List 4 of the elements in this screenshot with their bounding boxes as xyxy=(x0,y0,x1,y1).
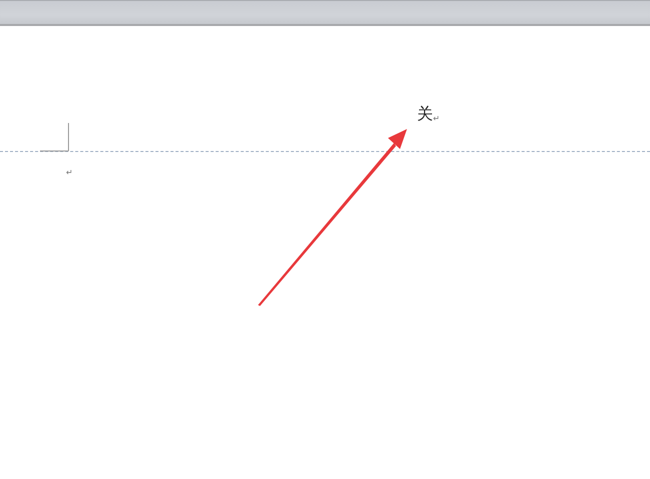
header-text: 关 xyxy=(417,104,433,124)
paragraph-mark: ↵ xyxy=(433,114,440,124)
paragraph-mark: ↵ xyxy=(66,168,73,177)
margin-corner-mark xyxy=(40,122,69,152)
